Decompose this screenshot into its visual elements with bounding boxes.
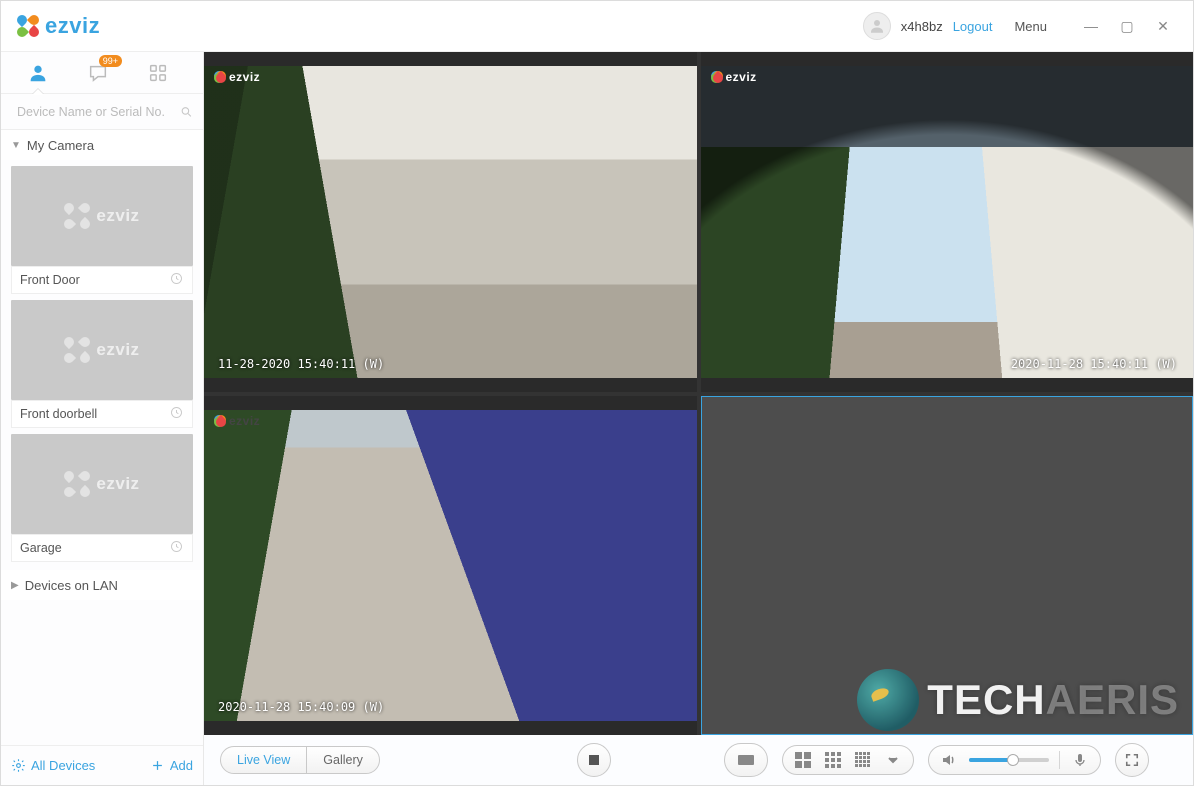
camera-row[interactable]: Front doorbell (11, 400, 193, 428)
logo-icon (17, 15, 39, 37)
video-watermark: ezviz (711, 70, 757, 84)
sidebar: 99+ ▼ My Camera ezviz Front Door (1, 52, 204, 785)
camera-item: ezviz Front doorbell (1, 300, 203, 428)
camera-item: ezviz Garage (1, 434, 203, 562)
gallery-tab[interactable]: Gallery (307, 747, 379, 773)
view-mode-toggle: Live View Gallery (220, 746, 380, 774)
add-device-label: Add (170, 758, 193, 773)
username-label: x4h8bz (901, 19, 943, 34)
add-device-button[interactable]: Add (150, 758, 193, 773)
stop-icon (588, 754, 600, 766)
menu-button[interactable]: Menu (1014, 19, 1047, 34)
bottom-toolbar: Live View Gallery (204, 735, 1193, 785)
caret-right-icon: ▶ (11, 580, 19, 591)
video-cell-4-empty[interactable] (701, 396, 1194, 736)
layout-2x2-button[interactable] (793, 752, 813, 768)
video-cell-3[interactable]: ezviz 2020-11-28 15:40:09 (W) (204, 396, 697, 736)
single-view-button[interactable] (724, 743, 768, 777)
live-view-tab[interactable]: Live View (221, 747, 307, 773)
device-search (1, 94, 203, 130)
group-label: My Camera (27, 138, 94, 153)
fullscreen-icon (1125, 753, 1139, 767)
video-grid: ezviz 11-28-2020 15:40:11 (W) ezviz 2020… (204, 52, 1193, 735)
camera-item: ezviz Front Door (1, 166, 203, 294)
search-icon (180, 104, 193, 120)
group-label: Devices on LAN (25, 578, 118, 593)
logout-link[interactable]: Logout (953, 19, 993, 34)
video-watermark: ezviz (214, 70, 260, 84)
video-cell-2[interactable]: ezviz 2020-11-28 15:40:11 (W) (701, 52, 1194, 392)
messages-badge: 99+ (99, 55, 122, 67)
camera-name: Garage (20, 541, 62, 555)
single-view-icon (737, 754, 755, 766)
gear-icon (11, 758, 26, 773)
logo-text: ezviz (45, 13, 100, 39)
history-icon[interactable] (169, 539, 184, 557)
plus-icon (150, 758, 165, 773)
group-my-camera[interactable]: ▼ My Camera (1, 130, 203, 160)
sidebar-footer: All Devices Add (1, 745, 203, 785)
volume-slider[interactable] (969, 758, 1049, 762)
mic-icon[interactable] (1070, 752, 1090, 768)
camera-thumbnail[interactable]: ezviz (11, 434, 193, 534)
caret-down-icon: ▼ (11, 140, 21, 151)
camera-row[interactable]: Garage (11, 534, 193, 562)
search-input[interactable] (15, 104, 180, 120)
video-cell-1[interactable]: ezviz 11-28-2020 15:40:11 (W) (204, 52, 697, 392)
tab-messages[interactable]: 99+ (85, 60, 111, 86)
sidebar-tabs: 99+ (1, 52, 203, 94)
group-devices-lan[interactable]: ▶ Devices on LAN (1, 570, 203, 600)
tab-devices[interactable] (25, 60, 51, 86)
device-tree: ▼ My Camera ezviz Front Door ezviz (1, 130, 203, 745)
video-watermark: ezviz (214, 414, 260, 428)
layout-4x4-button[interactable] (853, 752, 873, 768)
window-maximize-button[interactable]: ▢ (1115, 14, 1139, 38)
all-devices-label: All Devices (31, 758, 95, 773)
camera-name: Front Door (20, 273, 80, 287)
layout-3x3-button[interactable] (823, 752, 843, 768)
window-minimize-button[interactable]: — (1079, 14, 1103, 38)
video-timestamp: 2020-11-28 15:40:09 (W) (218, 701, 384, 713)
history-icon[interactable] (169, 271, 184, 289)
main-area: ezviz 11-28-2020 15:40:11 (W) ezviz 2020… (204, 52, 1193, 785)
fullscreen-button[interactable] (1115, 743, 1149, 777)
layout-more-button[interactable] (883, 752, 903, 768)
tab-apps[interactable] (145, 60, 171, 86)
app-logo: ezviz (17, 13, 100, 39)
audio-controls (928, 745, 1101, 775)
window-close-button[interactable]: ✕ (1151, 14, 1175, 38)
camera-thumbnail[interactable]: ezviz (11, 300, 193, 400)
camera-name: Front doorbell (20, 407, 97, 421)
camera-thumbnail[interactable]: ezviz (11, 166, 193, 266)
user-avatar[interactable] (863, 12, 891, 40)
layout-picker (782, 745, 914, 775)
history-icon[interactable] (169, 405, 184, 423)
camera-row[interactable]: Front Door (11, 266, 193, 294)
video-timestamp: 2020-11-28 15:40:11 (W) (1011, 358, 1177, 370)
all-devices-button[interactable]: All Devices (11, 758, 95, 773)
video-timestamp: 11-28-2020 15:40:11 (W) (218, 358, 384, 370)
stop-all-button[interactable] (577, 743, 611, 777)
volume-icon[interactable] (939, 752, 959, 768)
title-bar: ezviz x4h8bz Logout Menu — ▢ ✕ (1, 1, 1193, 52)
